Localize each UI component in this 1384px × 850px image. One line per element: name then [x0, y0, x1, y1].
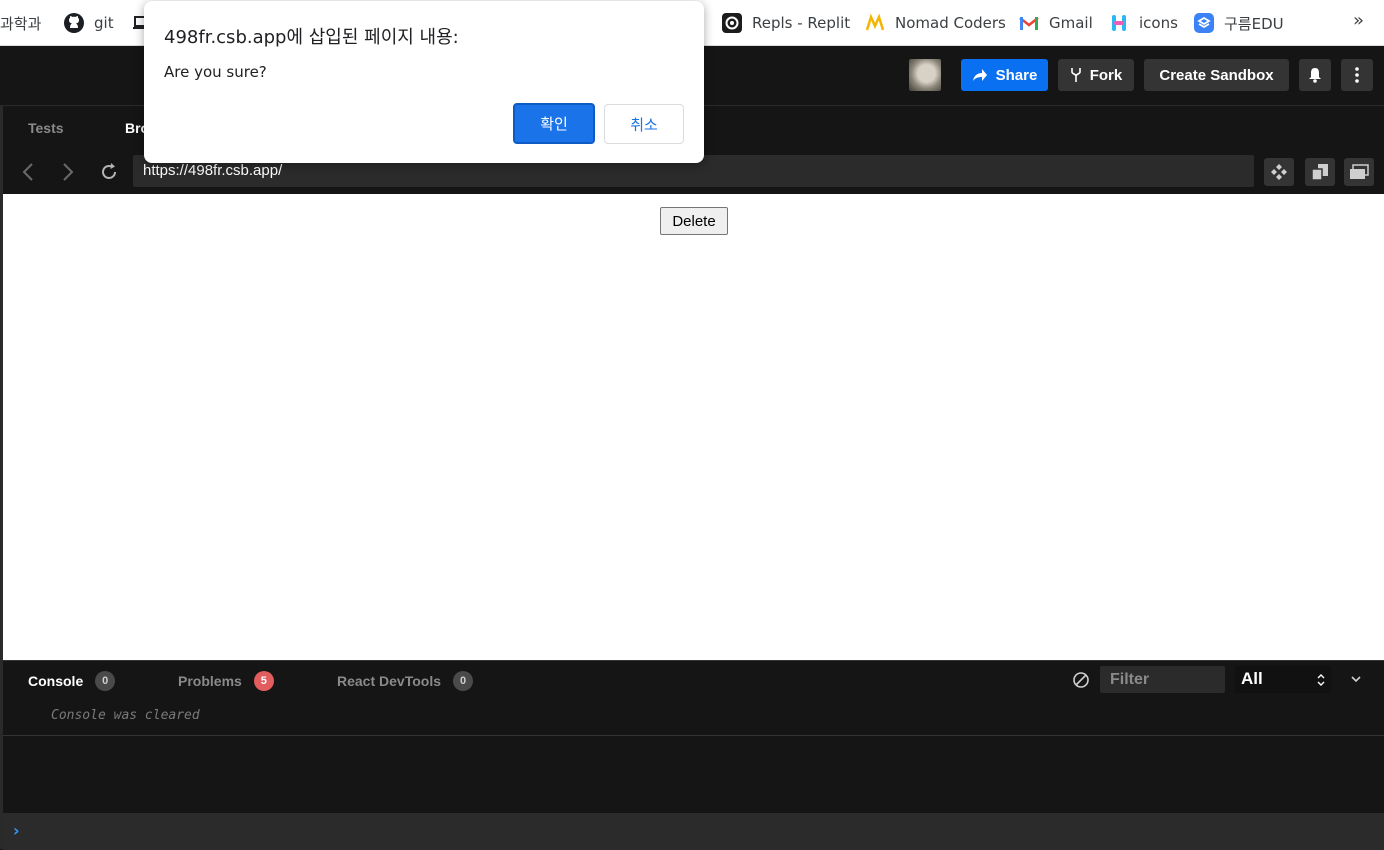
move-icon — [1270, 163, 1288, 181]
chevron-down-icon[interactable] — [1350, 670, 1362, 689]
copy-icon — [1311, 163, 1329, 181]
bookmark-label: 과학과 — [0, 14, 42, 33]
bookmark-item-git[interactable]: git — [64, 11, 114, 35]
toggle-devtools-button[interactable] — [1344, 158, 1374, 186]
forward-icon[interactable] — [61, 162, 75, 187]
delete-button[interactable]: Delete — [660, 207, 728, 235]
dialog-message: Are you sure? — [164, 63, 267, 81]
tab-label: Console — [28, 673, 84, 689]
goorm-icon — [1194, 13, 1214, 33]
tab-react-devtools[interactable]: React DevTools 0 — [337, 671, 473, 691]
tab-label: Problems — [178, 673, 242, 689]
bookmark-item-goorm-edu[interactable]: 구름EDU — [1194, 11, 1284, 35]
fork-icon — [1070, 67, 1082, 83]
log-level-value: All — [1241, 669, 1263, 688]
clear-console-icon[interactable] — [1072, 671, 1090, 693]
bookmark-label: Gmail — [1049, 14, 1093, 32]
windows-icon — [1349, 164, 1369, 180]
filter-input[interactable] — [1100, 666, 1225, 693]
bell-icon — [1308, 67, 1322, 83]
count-badge: 0 — [95, 671, 116, 691]
notifications-button[interactable] — [1299, 59, 1331, 91]
console-panel: Console 0 Problems 5 React DevTools 0 Al… — [3, 660, 1384, 850]
count-badge: 5 — [253, 671, 274, 691]
dialog-title: 498fr.csb.app에 삽입된 페이지 내용: — [164, 27, 459, 48]
bookmark-label: icons — [1139, 14, 1178, 32]
more-options-button[interactable] — [1341, 59, 1373, 91]
log-level-select[interactable]: All — [1235, 666, 1331, 693]
share-icon — [972, 68, 988, 82]
avatar[interactable] — [909, 59, 941, 91]
bookmark-item-nomad-coders[interactable]: Nomad Coders — [865, 11, 1006, 35]
tab-label: React DevTools — [337, 673, 441, 689]
confirm-button[interactable]: 확인 — [513, 103, 595, 144]
console-input[interactable]: › — [3, 813, 1384, 850]
tab-tests[interactable]: Tests — [28, 120, 64, 136]
more-bookmarks-icon[interactable]: » — [1353, 10, 1364, 31]
count-badge: 0 — [453, 671, 473, 691]
tab-problems[interactable]: Problems 5 — [178, 671, 274, 691]
back-icon[interactable] — [21, 162, 35, 187]
bookmark-label: Repls - Replit — [752, 14, 851, 32]
alert-dialog: 498fr.csb.app에 삽입된 페이지 내용: Are you sure?… — [144, 1, 704, 163]
bookmark-label: 구름EDU — [1224, 14, 1284, 33]
fork-label: Fork — [1089, 66, 1123, 84]
open-new-window-button[interactable] — [1305, 158, 1335, 186]
cancel-button[interactable]: 취소 — [604, 104, 684, 144]
share-label: Share — [995, 66, 1038, 84]
refresh-icon[interactable] — [99, 162, 119, 187]
bookmark-item-gmail[interactable]: Gmail — [1019, 11, 1093, 35]
share-button[interactable]: Share — [961, 59, 1048, 91]
bookmark-label: Nomad Coders — [895, 14, 1006, 32]
select-arrows-icon — [1317, 672, 1325, 692]
gmail-icon — [1019, 13, 1039, 33]
replit-icon — [722, 13, 742, 33]
console-message: Console was cleared — [51, 708, 200, 723]
bookmark-item[interactable]: 과학과 — [0, 11, 41, 35]
tab-console[interactable]: Console 0 — [28, 671, 116, 691]
icons-icon — [1109, 13, 1129, 33]
prompt-chevron-icon: › — [13, 821, 20, 840]
create-sandbox-button[interactable]: Create Sandbox — [1144, 59, 1289, 91]
bookmark-item-replit[interactable]: Repls - Replit — [722, 11, 850, 35]
fork-button[interactable]: Fork — [1058, 59, 1134, 91]
bookmark-item-icons[interactable]: icons — [1109, 11, 1178, 35]
nomad-coders-icon — [865, 13, 885, 33]
preview-frame: Delete — [3, 194, 1384, 660]
divider — [3, 735, 1384, 736]
github-icon — [64, 13, 84, 33]
kebab-icon — [1355, 67, 1359, 83]
bookmark-label: git — [94, 14, 114, 32]
responsive-view-button[interactable] — [1264, 158, 1294, 186]
